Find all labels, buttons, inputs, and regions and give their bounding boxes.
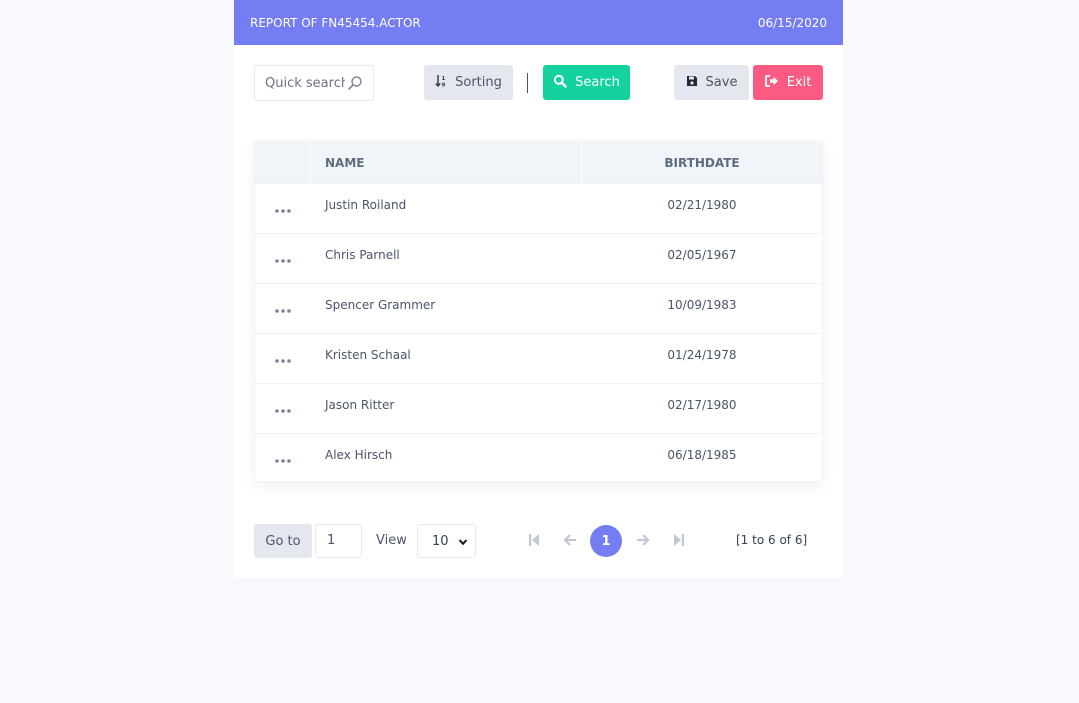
actor-table: NAME BIRTHDATE Justin Roiland 02/21/1980… xyxy=(254,141,823,482)
search-button[interactable]: Search xyxy=(543,65,630,100)
report-header: REPORT OF FN45454.ACTOR 06/15/2020 xyxy=(234,0,843,45)
row-actions-icon[interactable] xyxy=(255,284,311,333)
quick-search-box[interactable] xyxy=(254,65,374,101)
current-page-button[interactable]: 1 xyxy=(590,525,622,557)
save-label: Save xyxy=(705,75,738,90)
actor-name: Chris Parnell xyxy=(325,248,400,262)
svg-text:9: 9 xyxy=(442,83,446,88)
row-actions-icon[interactable] xyxy=(255,384,311,433)
first-page-icon[interactable] xyxy=(528,532,540,552)
save-button[interactable]: Save xyxy=(674,65,749,100)
search-button-icon xyxy=(553,74,567,92)
quick-search-input[interactable] xyxy=(265,75,345,91)
next-page-icon[interactable] xyxy=(636,532,650,552)
actor-birthdate: 02/05/1967 xyxy=(667,248,737,262)
actor-name: Spencer Grammer xyxy=(325,298,436,312)
toolbar: 19 Sorting Search Save Exit xyxy=(254,65,823,101)
page-size-value: 10 xyxy=(432,533,449,549)
column-header-birthdate[interactable]: BIRTHDATE xyxy=(582,142,822,183)
table-row: Spencer Grammer 10/09/1983 xyxy=(255,283,822,333)
table-row: Chris Parnell 02/05/1967 xyxy=(255,233,822,283)
actor-name: Jason Ritter xyxy=(325,398,395,412)
row-actions-icon[interactable] xyxy=(255,184,311,233)
actor-name: Kristen Schaal xyxy=(325,348,411,362)
sorting-button[interactable]: 19 Sorting xyxy=(424,65,513,100)
view-label: View xyxy=(376,533,407,548)
report-panel: REPORT OF FN45454.ACTOR 06/15/2020 19 So… xyxy=(234,0,843,578)
sort-icon: 19 xyxy=(435,74,447,91)
sorting-label: Sorting xyxy=(455,75,502,90)
actor-birthdate: 01/24/1978 xyxy=(667,348,737,362)
goto-page-input[interactable]: 1 xyxy=(315,524,362,558)
actions-column-header xyxy=(255,142,311,183)
exit-label: Exit xyxy=(786,75,812,90)
column-header-name[interactable]: NAME xyxy=(311,142,582,183)
svg-text:1: 1 xyxy=(442,76,446,82)
table-row: Alex Hirsch 06/18/1985 xyxy=(255,433,822,483)
search-label: Search xyxy=(575,75,620,90)
pagination-bar: Go to 1 View 10 1 [1 to 6 of 6] xyxy=(254,524,823,558)
table-row: Jason Ritter 02/17/1980 xyxy=(255,383,822,433)
exit-button[interactable]: Exit xyxy=(753,65,823,100)
last-page-icon[interactable] xyxy=(673,532,685,552)
previous-page-icon[interactable] xyxy=(563,532,577,552)
floppy-disk-icon xyxy=(686,75,698,91)
chevron-down-icon xyxy=(458,536,468,551)
row-actions-icon[interactable] xyxy=(255,334,311,383)
toolbar-divider xyxy=(527,73,528,93)
report-date: 06/15/2020 xyxy=(757,15,827,30)
actor-birthdate: 06/18/1985 xyxy=(667,448,737,462)
row-actions-icon[interactable] xyxy=(255,234,311,283)
table-row: Kristen Schaal 01/24/1978 xyxy=(255,333,822,383)
search-icon xyxy=(347,75,363,91)
actor-birthdate: 02/17/1980 xyxy=(667,398,737,412)
page-size-select[interactable]: 10 xyxy=(417,524,476,558)
table-row: Justin Roiland 02/21/1980 xyxy=(255,183,822,233)
actor-birthdate: 10/09/1983 xyxy=(667,298,737,312)
sign-out-icon xyxy=(764,74,779,91)
report-title: REPORT OF FN45454.ACTOR xyxy=(250,15,421,30)
page-range-text: [1 to 6 of 6] xyxy=(736,533,808,547)
actor-name: Alex Hirsch xyxy=(325,448,393,462)
goto-button[interactable]: Go to xyxy=(254,524,312,558)
actor-birthdate: 02/21/1980 xyxy=(667,198,737,212)
row-actions-icon[interactable] xyxy=(255,434,311,483)
actor-name: Justin Roiland xyxy=(325,198,407,212)
table-header: NAME BIRTHDATE xyxy=(255,142,822,183)
